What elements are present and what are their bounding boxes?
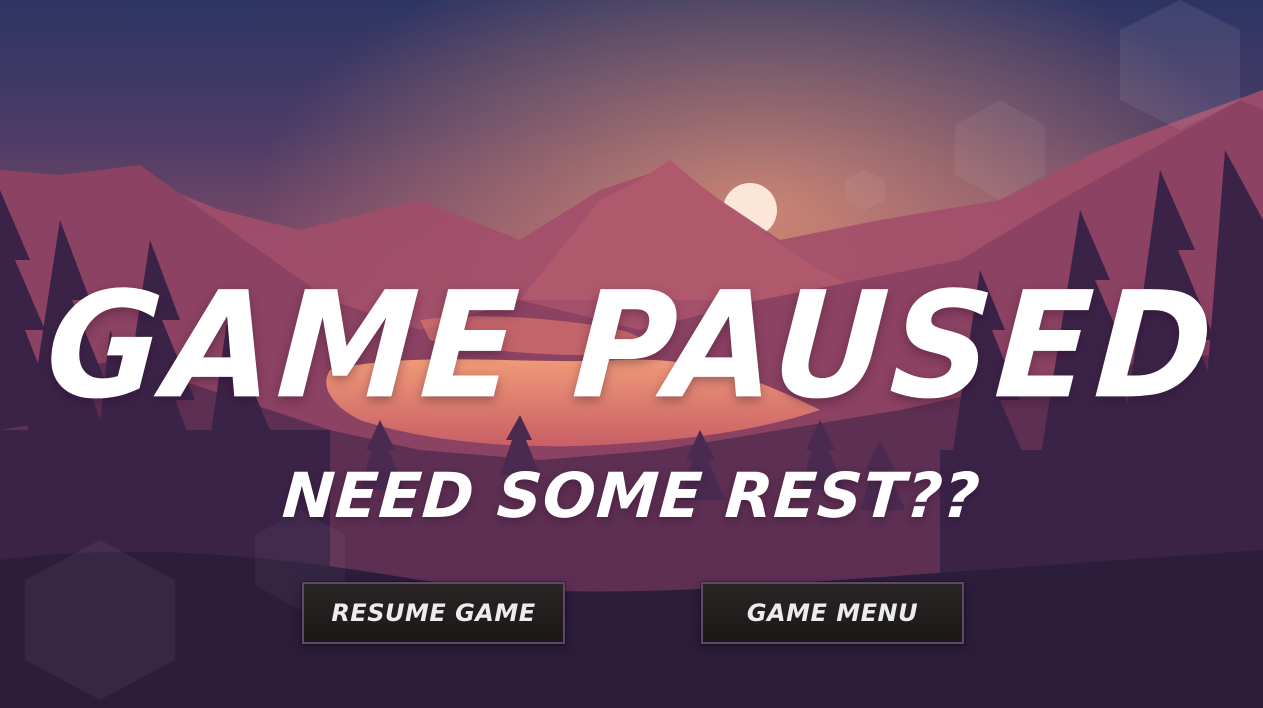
pause-subtitle: NEED SOME REST?? xyxy=(280,459,983,532)
game-menu-button[interactable]: GAME MENU xyxy=(701,582,964,644)
pause-screen: GAME PAUSED NEED SOME REST?? RESUME GAME… xyxy=(0,0,1263,708)
resume-game-button[interactable]: RESUME GAME xyxy=(302,582,565,644)
pause-title: GAME PAUSED xyxy=(41,260,1222,433)
